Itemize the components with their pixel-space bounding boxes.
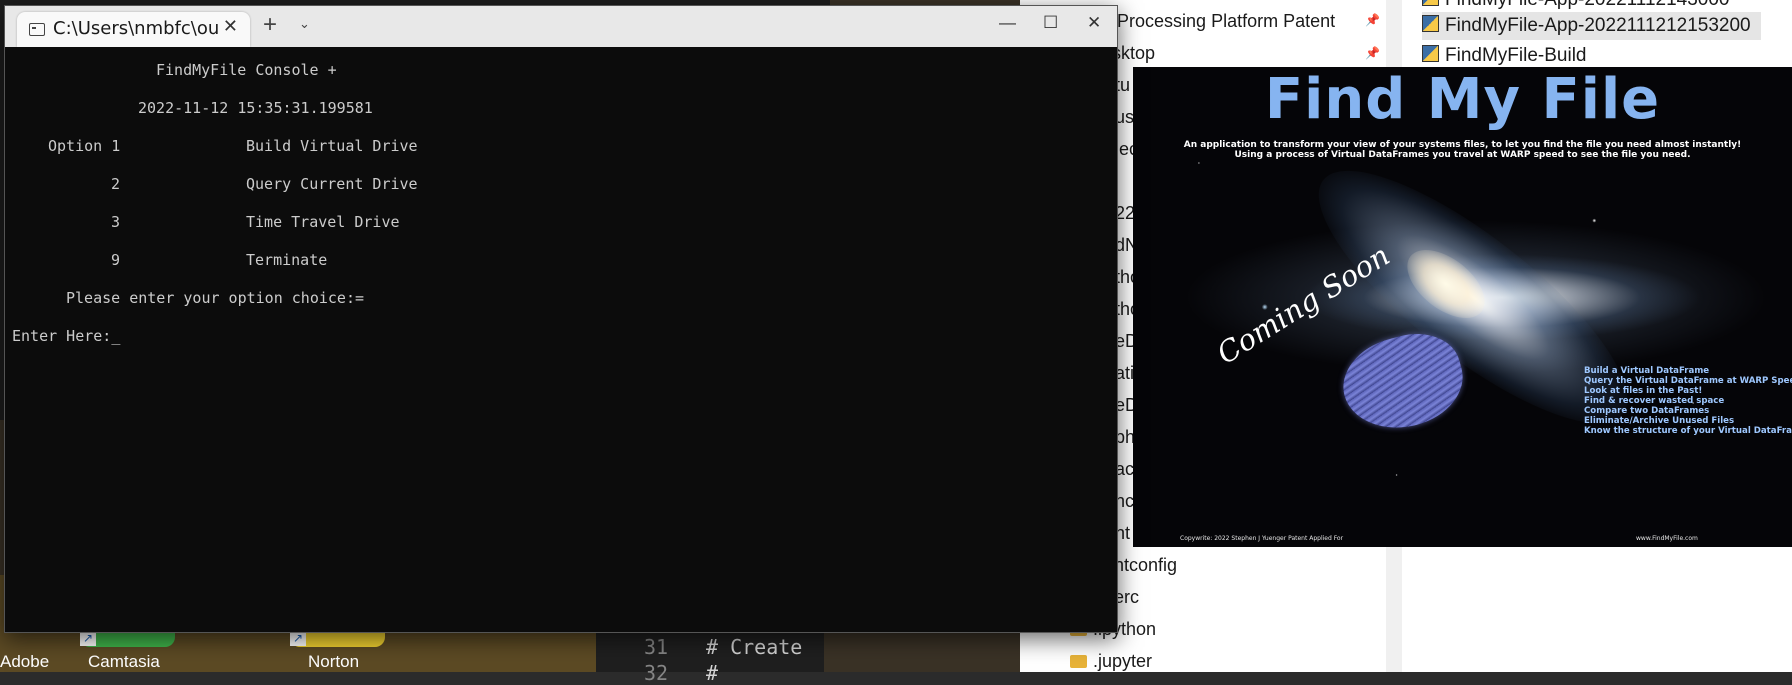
feature-item: Eliminate/Archive Unused Files <box>1584 416 1735 426</box>
new-tab-button[interactable]: + <box>263 11 277 39</box>
python-file-icon <box>1422 0 1439 6</box>
tab-close-icon[interactable]: ✕ <box>223 16 238 37</box>
option-label: Time Travel Drive <box>246 213 400 231</box>
nav-item[interactable]: 1c3 Processing Platform Patent <box>1083 6 1335 36</box>
line-number: 32 <box>644 661 669 685</box>
splash-website: www.FindMyFile.com <box>1636 535 1698 542</box>
option-number: 2 <box>111 175 121 193</box>
splash-title: Find My File <box>1264 67 1661 132</box>
python-file-icon <box>1422 15 1439 32</box>
tab-title: C:\Users\nmbfc\ou <box>53 18 218 39</box>
feature-item: Compare two DataFrames <box>1584 406 1710 416</box>
feature-item: Query the Virtual DataFrame at WARP Spee… <box>1584 376 1792 386</box>
terminal-tab[interactable]: C:\Users\nmbfc\ou ✕ <box>17 12 250 47</box>
console-title: FindMyFile Console + <box>156 61 337 79</box>
option-label: Query Current Drive <box>246 175 418 193</box>
file-item-selected[interactable]: FindMyFile-App-2022111212153200 <box>1422 12 1761 40</box>
close-button[interactable]: ✕ <box>1087 13 1101 33</box>
tab-dropdown-button[interactable]: ⌄ <box>299 16 310 32</box>
option-prompt: Please enter your option choice:= <box>66 289 365 307</box>
line-number: 31 <box>644 635 669 659</box>
file-name: FindMyFile-App-20221112143000 <box>1445 0 1729 10</box>
desktop-label-camtasia[interactable]: Camtasia <box>88 652 160 672</box>
python-file-icon <box>1422 45 1439 62</box>
file-name: FindMyFile-Build <box>1445 45 1587 66</box>
code-line: # <box>706 661 719 685</box>
nav-item-label: ntconfig <box>1114 555 1178 575</box>
splash-subtitle: An application to transform your view of… <box>1183 140 1742 150</box>
terminal-titlebar[interactable]: C:\Users\nmbfc\ou ✕ + ⌄ — ☐ ✕ <box>5 6 1117 47</box>
maximize-button[interactable]: ☐ <box>1043 13 1058 33</box>
file-item[interactable]: FindMyFile-Build <box>1422 42 1596 70</box>
desktop-label-norton[interactable]: Norton <box>308 652 359 672</box>
feature-list: Build a Virtual DataFrame Query the Virt… <box>1584 366 1792 436</box>
folder-icon <box>1070 655 1087 668</box>
option-number: 3 <box>111 213 121 231</box>
option-number: 9 <box>111 251 121 269</box>
nav-item[interactable]: sktop <box>1112 38 1155 68</box>
file-name: FindMyFile-App-2022111212153200 <box>1445 15 1751 36</box>
feature-item: Look at files in the Past! <box>1584 386 1703 396</box>
pin-icon: 📌 <box>1365 46 1380 60</box>
nav-item[interactable]: ntconfig <box>1114 550 1177 580</box>
nav-item-label: 1c3 Processing Platform Patent <box>1083 11 1336 31</box>
terminal-icon <box>29 23 45 36</box>
console-timestamp: 2022-11-12 15:35:31.199581 <box>138 99 373 117</box>
option-label: Build Virtual Drive <box>246 137 418 155</box>
terminal-window: C:\Users\nmbfc\ou ✕ + ⌄ — ☐ ✕ FindMyFile… <box>4 5 1118 633</box>
code-line: # Create <box>706 635 803 659</box>
option-label: Terminate <box>246 251 328 269</box>
splash-subtitle: Using a process of Virtual DataFrames yo… <box>1234 150 1691 160</box>
find-my-file-splash-image: Find My File An application to transform… <box>1133 67 1792 547</box>
nav-item-label: sktop <box>1112 43 1156 63</box>
feature-item: Build a Virtual DataFrame <box>1584 366 1710 376</box>
minimize-button[interactable]: — <box>999 13 1016 33</box>
feature-item: Find & recover wasted space <box>1584 396 1725 406</box>
pin-icon: 📌 <box>1365 13 1380 27</box>
desktop-label-adobe[interactable]: Adobe <box>0 652 49 672</box>
option-number: Option 1 <box>48 137 121 155</box>
splash-copyright: Copywrite: 2022 Stephen J Yuenger Patent… <box>1180 535 1344 542</box>
feature-item: Know the structure of your Virtual DataF… <box>1584 426 1792 436</box>
nav-item-label: .jupyter <box>1093 651 1153 671</box>
input-prompt[interactable]: Enter Here:_ <box>12 327 120 345</box>
terminal-body[interactable]: FindMyFile Console + 2022-11-12 15:35:31… <box>5 47 1117 632</box>
